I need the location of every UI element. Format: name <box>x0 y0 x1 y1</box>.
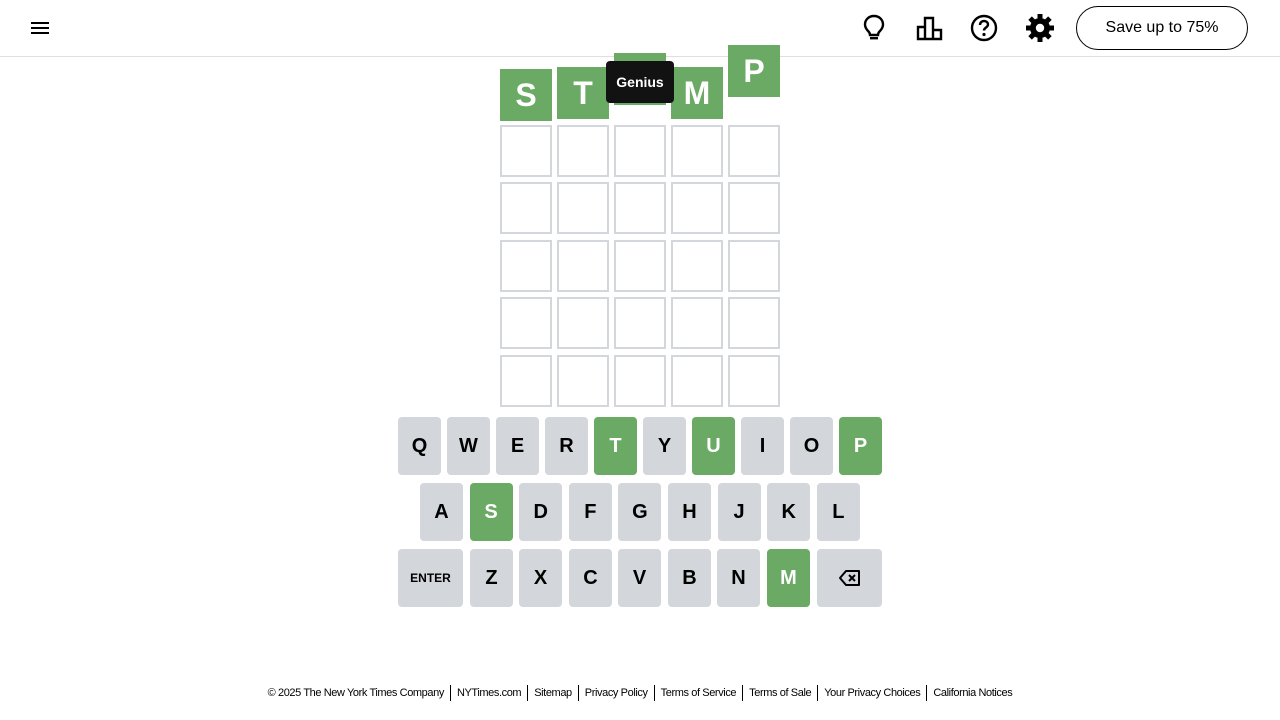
footer-link-terms-of-service[interactable]: Terms of Service <box>655 685 743 701</box>
board-tile <box>671 182 723 234</box>
board-tile <box>614 297 666 349</box>
key-l[interactable]: L <box>816 483 860 541</box>
key-q[interactable]: Q <box>398 417 441 475</box>
board-tile <box>614 355 666 407</box>
board-tile <box>614 240 666 292</box>
key-v[interactable]: V <box>618 549 661 607</box>
key-i[interactable]: I <box>741 417 784 475</box>
footer-link-privacy-policy[interactable]: Privacy Policy <box>579 685 654 701</box>
stats-bar-chart-icon[interactable] <box>914 12 946 44</box>
footer-link-nytimes[interactable]: NYTimes.com <box>451 685 527 701</box>
key-u[interactable]: U <box>692 417 735 475</box>
top-navigation-bar: Save up to 75% <box>0 0 1280 57</box>
board-tile <box>500 297 552 349</box>
key-w[interactable]: W <box>447 417 490 475</box>
board-tile <box>671 125 723 177</box>
key-z[interactable]: Z <box>470 549 513 607</box>
board-tile <box>671 355 723 407</box>
board-tile <box>557 125 609 177</box>
footer-link-california-notices[interactable]: California Notices <box>927 685 1018 701</box>
settings-gear-icon[interactable] <box>1024 12 1056 44</box>
key-d[interactable]: D <box>519 483 563 541</box>
help-question-icon[interactable] <box>968 12 1000 44</box>
board-tile: M <box>671 67 723 119</box>
board-tile <box>728 355 780 407</box>
board-tile <box>671 297 723 349</box>
board-tile <box>557 297 609 349</box>
key-m[interactable]: M <box>767 549 810 607</box>
key-t[interactable]: T <box>594 417 637 475</box>
board-tile <box>728 297 780 349</box>
key-n[interactable]: N <box>717 549 760 607</box>
key-h[interactable]: H <box>668 483 711 541</box>
key-g[interactable]: G <box>618 483 662 541</box>
footer-link-terms-of-sale[interactable]: Terms of Sale <box>743 685 817 701</box>
board-tile <box>728 125 780 177</box>
lightbulb-icon[interactable] <box>858 12 890 44</box>
board-tile <box>500 182 552 234</box>
board-tile <box>500 355 552 407</box>
board-tile <box>500 125 552 177</box>
key-k[interactable]: K <box>767 483 811 541</box>
key-f[interactable]: F <box>568 483 612 541</box>
hamburger-menu-icon[interactable] <box>28 16 52 40</box>
key-y[interactable]: Y <box>643 417 686 475</box>
key-enter[interactable]: ENTER <box>398 549 463 607</box>
toast-message: Genius <box>606 61 674 103</box>
footer-link-sitemap[interactable]: Sitemap <box>528 685 578 701</box>
key-e[interactable]: E <box>496 417 539 475</box>
board-tile <box>614 182 666 234</box>
board-tile <box>557 240 609 292</box>
board-tile <box>671 240 723 292</box>
board-tile <box>728 182 780 234</box>
board-tile <box>557 355 609 407</box>
board-tile: S <box>500 69 552 121</box>
board-tile <box>557 182 609 234</box>
key-j[interactable]: J <box>717 483 761 541</box>
board-tile <box>500 240 552 292</box>
backspace-icon <box>838 570 860 586</box>
key-a[interactable]: A <box>420 483 463 541</box>
board-tile <box>728 240 780 292</box>
board-tile: T <box>557 67 609 119</box>
key-b[interactable]: B <box>668 549 711 607</box>
key-o[interactable]: O <box>790 417 833 475</box>
footer-link-privacy-choices[interactable]: Your Privacy Choices <box>818 685 926 701</box>
key-r[interactable]: R <box>545 417 588 475</box>
board-tile <box>614 125 666 177</box>
save-subscription-button[interactable]: Save up to 75% <box>1076 6 1248 50</box>
key-backspace[interactable] <box>817 549 882 607</box>
key-p[interactable]: P <box>839 417 882 475</box>
key-x[interactable]: X <box>519 549 562 607</box>
board-tile: P <box>728 45 780 97</box>
key-s[interactable]: S <box>469 483 513 541</box>
footer: © 2025 The New York Times Company NYTime… <box>0 683 1280 703</box>
footer-copyright: © 2025 The New York Times Company <box>267 687 445 699</box>
key-c[interactable]: C <box>569 549 612 607</box>
